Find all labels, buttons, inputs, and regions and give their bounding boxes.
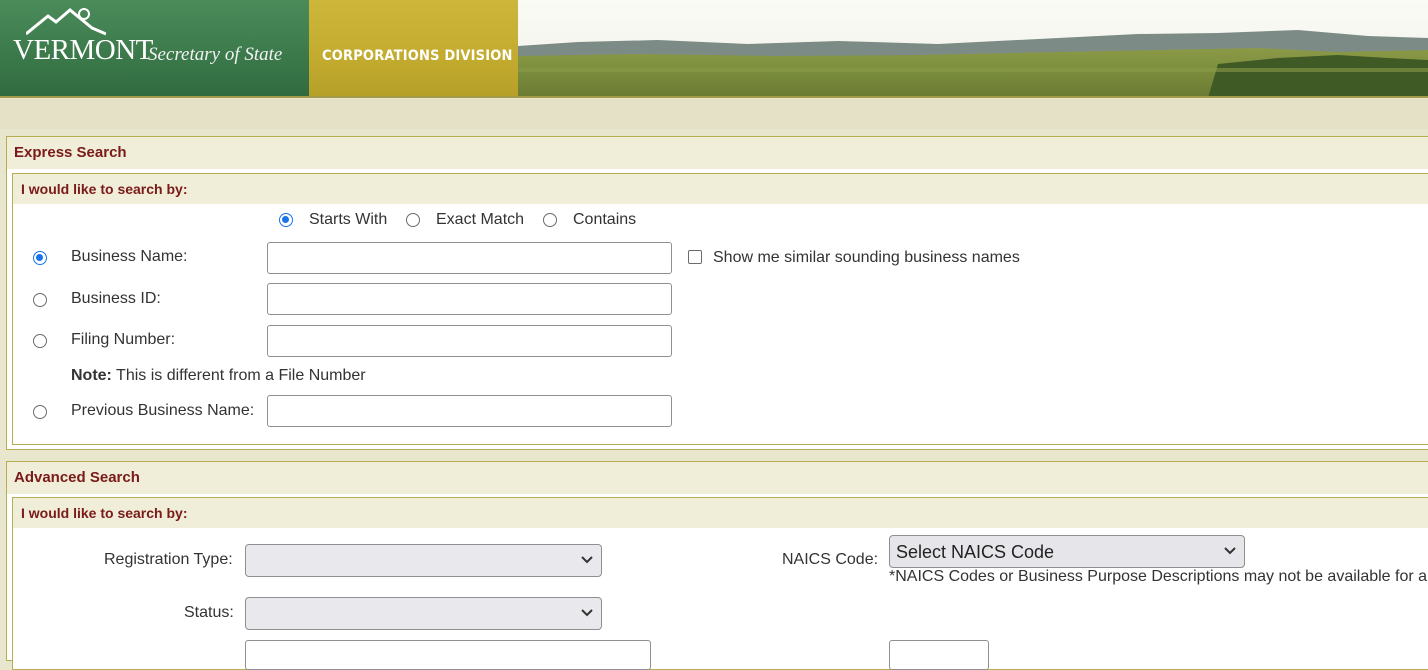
filing-number-label: Filing Number: [71, 331, 176, 348]
chevron-down-icon [581, 556, 593, 564]
advanced-next-input[interactable] [245, 640, 651, 670]
contains-label: Contains [573, 211, 637, 228]
header-rule [0, 96, 1428, 98]
contains-radio[interactable] [543, 213, 557, 227]
status-select[interactable] [245, 597, 602, 630]
naics-note: *NAICS Codes or Business Purpose Descrip… [889, 568, 1428, 585]
exact-match-label: Exact Match [436, 211, 525, 228]
exact-match-radio[interactable] [406, 213, 420, 227]
express-search-subtitle: I would like to search by: [13, 174, 1428, 204]
business-name-input[interactable] [267, 242, 672, 274]
advanced-search-subtitle: I would like to search by: [13, 498, 1428, 528]
business-id-label: Business ID: [71, 290, 161, 307]
header-strip [0, 99, 1428, 129]
starts-with-radio[interactable] [279, 213, 293, 227]
previous-name-input[interactable] [267, 395, 672, 427]
status-label: Status: [184, 604, 234, 621]
mountain-logo-icon [26, 8, 106, 36]
business-id-input[interactable] [267, 283, 672, 315]
registration-type-label: Registration Type: [104, 551, 233, 568]
naics-label: NAICS Code: [782, 551, 879, 568]
naics-select[interactable]: Select NAICS Code [889, 535, 1245, 568]
filing-number-radio[interactable] [33, 334, 47, 348]
previous-name-label: Previous Business Name: [71, 402, 255, 419]
division-title: CORPORATIONS DIVISION [322, 48, 513, 64]
similar-names-label: Show me similar sounding business names [713, 249, 1020, 266]
business-name-radio[interactable] [33, 251, 47, 265]
chevron-down-icon [1224, 547, 1236, 555]
site-header: VERMONT Secretary of State CORPORATIONS … [0, 0, 1428, 98]
filing-number-note: Note: This is different from a File Numb… [71, 367, 366, 385]
chevron-down-icon [581, 609, 593, 617]
business-name-label: Business Name: [71, 248, 188, 265]
starts-with-label: Starts With [309, 211, 388, 228]
advanced-next-field[interactable] [889, 640, 989, 670]
office-name: Secretary of State [148, 44, 283, 65]
note-text: This is different from a File Number [111, 367, 366, 384]
similar-names-checkbox[interactable] [688, 250, 702, 264]
landscape-banner [518, 0, 1428, 98]
registration-type-select[interactable] [245, 544, 602, 577]
express-search-title: Express Search [7, 137, 1428, 169]
state-name-logo: VERMONT [13, 34, 153, 66]
note-bold: Note: [71, 367, 112, 384]
filing-number-input[interactable] [267, 325, 672, 357]
advanced-search-title: Advanced Search [7, 462, 1428, 494]
business-id-radio[interactable] [33, 293, 47, 307]
previous-name-radio[interactable] [33, 405, 47, 419]
naics-value: Select NAICS Code [896, 542, 1055, 562]
